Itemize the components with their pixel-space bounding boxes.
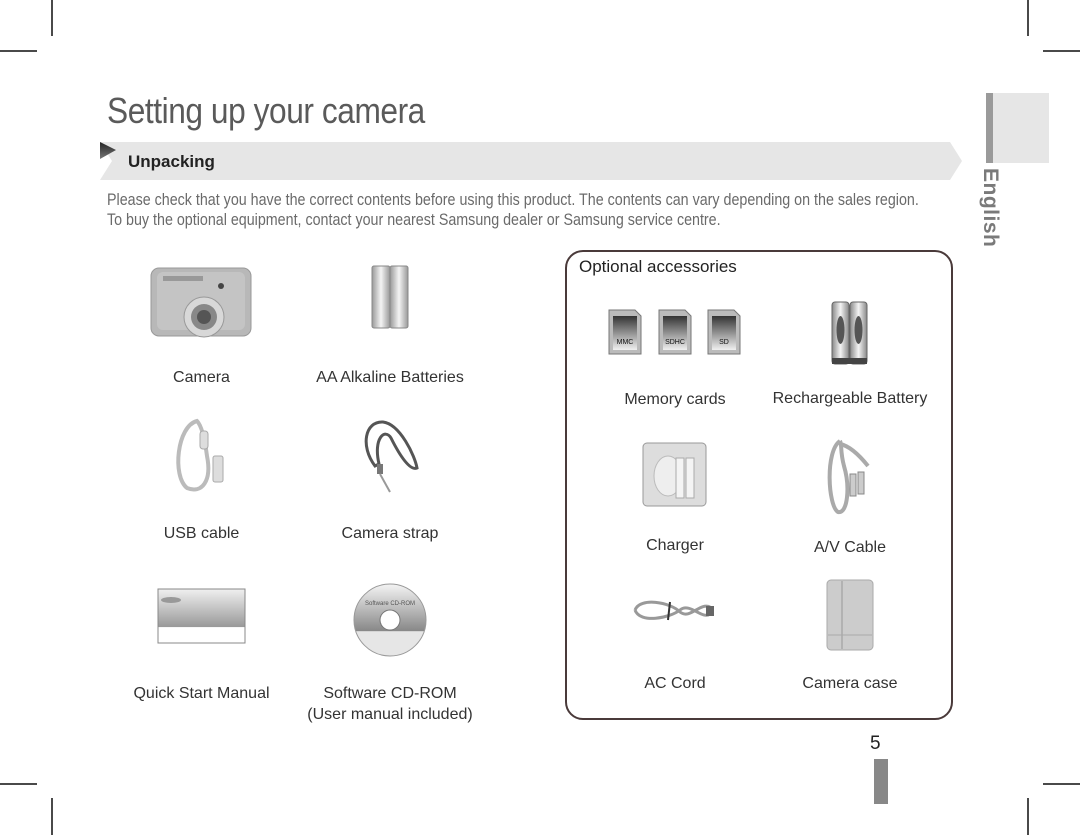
tab-bar [986,93,993,163]
item-label: AC Cord [644,675,706,692]
item-quick-start-manual: Quick Start Manual [130,588,273,704]
crop-mark [1043,783,1080,785]
crop-mark [0,50,37,52]
usb-cable-icon [175,418,223,492]
item-label: Software CD-ROM [323,685,457,702]
item-rechargeable-battery: Rechargeable Battery [770,300,930,409]
intro-line-2: To buy the optional equipment, contact y… [107,210,721,229]
item-label: Quick Start Manual [133,685,270,702]
card-sd: SD [707,309,741,355]
page-title: Setting up your camera [107,90,425,131]
item-label: A/V Cable [813,539,887,556]
cd-rom-icon: Software CD-ROM [353,583,427,657]
crop-mark [51,798,53,835]
item-label: Camera case [802,675,898,692]
card-label: MMC [617,339,634,346]
item-usb-cable: USB cable [130,416,273,544]
av-cable-icon [827,439,870,514]
item-software-cd-rom: Software CD-ROM Software CD-ROM (User ma… [300,582,480,725]
crop-mark [51,0,53,36]
optional-accessories-title: Optional accessories [579,257,737,276]
item-label: Camera [173,369,230,386]
language-tab [986,93,1049,163]
crop-mark [1043,50,1080,52]
crop-mark [1027,798,1029,835]
item-ac-cord: AC Cord [600,592,750,694]
crop-mark [0,783,37,785]
item-av-cable: A/V Cable [770,436,930,558]
item-label: USB cable [163,525,240,542]
intro-line-1: Please check that you have the correct c… [107,190,919,209]
manual-icon [157,588,245,644]
page-number: 5 [870,733,881,754]
intro-text: Please check that you have the correct c… [107,190,919,230]
card-label: SDHC [665,339,685,346]
item-label: Camera strap [341,525,439,542]
page-marker [874,759,888,804]
section-heading: Unpacking [128,152,215,171]
strap-icon [364,420,419,493]
item-label: AA Alkaline Batteries [316,369,464,386]
language-label: English [978,168,1008,248]
rechargeable-battery-icon [831,301,868,365]
card-label: SD [719,339,729,346]
item-charger: Charger [600,442,750,556]
item-memory-cards: MMC SDHC SD Memory cards [600,308,750,410]
item-camera-strap: Camera strap [300,416,480,544]
memory-cards-icon: MMC SDHC SD [608,309,741,355]
item-sublabel: (User manual included) [307,706,473,723]
camera-icon [150,267,251,338]
crop-mark [1027,0,1029,36]
disc-label: Software CD-ROM [365,601,415,607]
ac-cord-icon [633,600,714,621]
batteries-icon [371,265,409,329]
item-batteries: AA Alkaline Batteries [300,262,480,388]
item-label: Memory cards [624,391,726,408]
charger-icon [642,442,707,507]
card-sdhc: SDHC [658,309,692,355]
camera-case-icon [826,579,874,651]
item-label: Rechargeable Battery [772,390,928,407]
language-text: English [979,168,1002,248]
card-mmc: MMC [608,309,642,355]
banner-shape [100,142,962,180]
item-camera: Camera [130,262,273,388]
play-arrow-icon [100,142,116,159]
section-banner: Unpacking [100,142,962,180]
item-label: Charger [646,537,704,554]
item-camera-case: Camera case [770,579,930,694]
